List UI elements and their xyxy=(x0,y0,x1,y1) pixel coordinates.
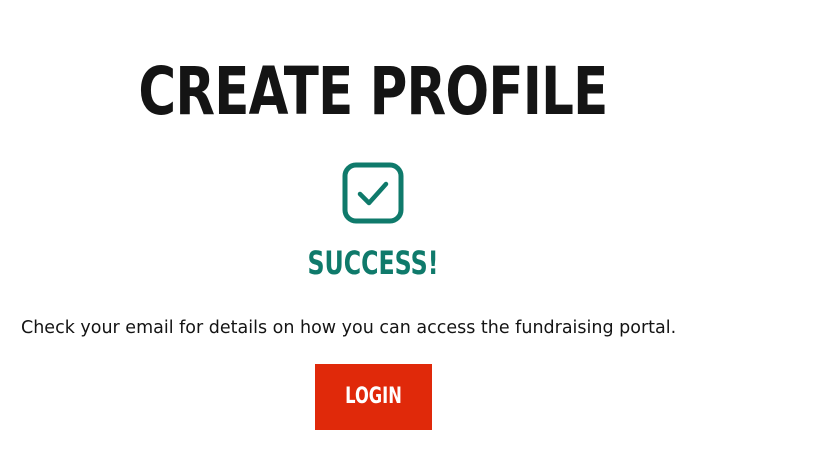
login-button[interactable]: LOGIN xyxy=(315,364,432,430)
page-title: CREATE PROFILE xyxy=(138,53,608,130)
login-button-label: LOGIN xyxy=(345,384,402,409)
checkbox-check-icon xyxy=(342,162,404,224)
success-heading: SUCCESS! xyxy=(307,244,439,282)
confirmation-message: Check your email for details on how you … xyxy=(21,318,677,338)
